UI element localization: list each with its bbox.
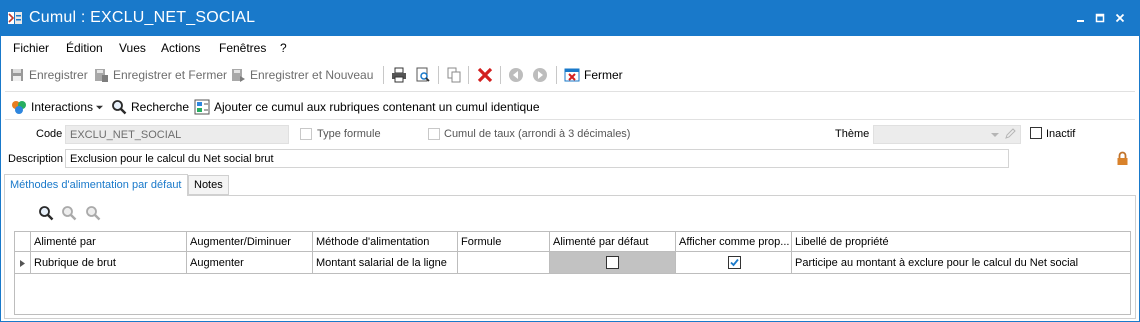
description-field[interactable]: Exclusion pour le calcul du Net social b…	[65, 149, 1009, 168]
copy-icon	[447, 67, 461, 83]
column-header-formule[interactable]: Formule	[458, 232, 550, 251]
type-formule-label: Type formule	[317, 128, 381, 140]
window: Cumul : EXCLU_NET_SOCIAL Fichier Édition…	[0, 0, 1140, 322]
secondary-toolbar: Interactions Recherche Ajouter ce cumul …	[1, 94, 1139, 118]
app-icon	[8, 12, 22, 24]
cell-afficher-comme-prop[interactable]	[676, 252, 792, 273]
maximize-icon[interactable]	[1093, 11, 1107, 25]
menu-bar: Fichier Édition Vues Actions Fenêtres ?	[1, 37, 1139, 59]
cell-augmenter-diminuer[interactable]: Augmenter	[187, 252, 313, 273]
toolbar-separator	[556, 66, 557, 84]
column-header-afficher-comme-prop[interactable]: Afficher comme prop...	[676, 232, 792, 251]
main-toolbar: Enregistrer Enregistrer et Fermer Enregi…	[1, 62, 1139, 88]
zoom-in-icon[interactable]	[61, 205, 77, 221]
menu-actions[interactable]: Actions	[161, 41, 200, 55]
description-label: Description	[8, 153, 64, 165]
column-header-alimente-par-defaut[interactable]: Alimenté par défaut	[550, 232, 676, 251]
divider	[5, 91, 1135, 92]
cell-libelle[interactable]: Participe au montant à exclure pour le c…	[792, 252, 1130, 273]
column-header-alimente-par[interactable]: Alimenté par	[31, 232, 187, 251]
save-button[interactable]: Enregistrer	[9, 65, 88, 85]
interactions-icon	[12, 101, 26, 114]
chevron-down-icon	[991, 133, 999, 137]
menu-fenetres[interactable]: Fenêtres	[219, 41, 266, 55]
window-title: Cumul : EXCLU_NET_SOCIAL	[29, 9, 256, 26]
save-close-icon	[95, 69, 108, 82]
code-label: Code	[36, 128, 63, 140]
inactif-checkbox[interactable]	[1030, 127, 1042, 139]
column-header-methode[interactable]: Méthode d'alimentation	[313, 232, 458, 251]
title-bar: Cumul : EXCLU_NET_SOCIAL	[1, 1, 1139, 36]
cell-formule[interactable]	[458, 252, 550, 273]
previous-button[interactable]	[508, 65, 528, 85]
close-label: Fermer	[584, 68, 623, 82]
search-button[interactable]: Recherche	[111, 97, 189, 117]
column-header-libelle[interactable]: Libellé de propriété	[792, 232, 1130, 251]
column-header-augmenter-diminuer[interactable]: Augmenter/Diminuer	[187, 232, 313, 251]
row-indicator	[15, 252, 31, 273]
save-new-icon	[232, 69, 245, 82]
lock-icon	[1117, 151, 1128, 165]
save-close-button[interactable]: Enregistrer et Fermer	[93, 65, 227, 85]
cumul-taux-label: Cumul de taux (arrondi à 3 décimales)	[444, 128, 631, 140]
save-new-label: Enregistrer et Nouveau	[250, 68, 374, 82]
row-indicator-header	[15, 232, 31, 251]
add-cumul-button[interactable]: Ajouter ce cumul aux rubriques contenant…	[194, 97, 540, 117]
theme-label: Thème	[835, 128, 870, 140]
close-icon[interactable]	[1113, 11, 1127, 25]
code-field[interactable]: EXCLU_NET_SOCIAL	[65, 125, 289, 144]
toolbar-separator	[500, 66, 501, 84]
close-button[interactable]: Fermer	[564, 65, 623, 85]
menu-fichier[interactable]: Fichier	[13, 41, 49, 55]
toolbar-separator	[468, 66, 469, 84]
next-icon	[533, 68, 547, 82]
alimente-par-defaut-checkbox[interactable]	[606, 256, 619, 269]
cell-alimente-par[interactable]: Rubrique de brut	[31, 252, 187, 273]
cell-alimente-par-defaut[interactable]	[550, 252, 676, 273]
chevron-down-icon	[96, 105, 104, 109]
divider	[5, 119, 1135, 120]
menu-vues[interactable]: Vues	[119, 41, 146, 55]
print-button[interactable]	[391, 65, 411, 85]
save-close-label: Enregistrer et Fermer	[113, 68, 228, 82]
print-icon	[392, 67, 406, 83]
menu-edition[interactable]: Édition	[66, 41, 103, 55]
type-formule-checkbox[interactable]	[300, 128, 312, 140]
zoom-out-icon[interactable]	[85, 205, 101, 221]
afficher-comme-prop-checkbox[interactable]	[728, 256, 741, 269]
methods-grid: Alimenté par Augmenter/Diminuer Méthode …	[14, 231, 1131, 315]
add-cumul-label: Ajouter ce cumul aux rubriques contenant…	[214, 100, 540, 114]
tab-notes[interactable]: Notes	[188, 175, 229, 195]
row-pointer-icon	[20, 260, 25, 267]
print-preview-icon	[416, 67, 430, 82]
cumul-taux-checkbox[interactable]	[428, 128, 440, 140]
toolbar-separator	[438, 66, 439, 84]
next-button[interactable]	[532, 65, 552, 85]
search-icon	[112, 100, 127, 115]
search-icon[interactable]	[38, 205, 54, 221]
delete-button[interactable]	[477, 65, 497, 85]
table-row[interactable]: Rubrique de brut Augmenter Montant salar…	[15, 252, 1130, 274]
menu-help[interactable]: ?	[280, 41, 287, 55]
inactif-label: Inactif	[1046, 128, 1076, 140]
copy-button[interactable]	[446, 65, 466, 85]
cell-methode[interactable]: Montant salarial de la ligne	[313, 252, 458, 273]
grid-header: Alimenté par Augmenter/Diminuer Méthode …	[15, 232, 1130, 252]
save-label: Enregistrer	[29, 68, 88, 82]
save-new-button[interactable]: Enregistrer et Nouveau	[230, 65, 373, 85]
checkmark-icon	[730, 258, 739, 267]
minimize-icon[interactable]	[1074, 11, 1088, 25]
save-icon	[11, 69, 23, 81]
edit-icon[interactable]	[1004, 128, 1016, 140]
close-window-icon	[564, 68, 580, 82]
print-preview-button[interactable]	[415, 65, 435, 85]
delete-icon	[477, 67, 493, 83]
interactions-dropdown[interactable]: Interactions	[11, 97, 104, 117]
previous-icon	[509, 68, 523, 82]
add-cumul-icon	[194, 99, 210, 115]
tab-methodes-alimentation[interactable]: Méthodes d'alimentation par défaut	[4, 174, 188, 196]
search-label: Recherche	[131, 100, 190, 114]
interactions-label: Interactions	[31, 100, 94, 114]
toolbar-separator	[383, 66, 384, 84]
